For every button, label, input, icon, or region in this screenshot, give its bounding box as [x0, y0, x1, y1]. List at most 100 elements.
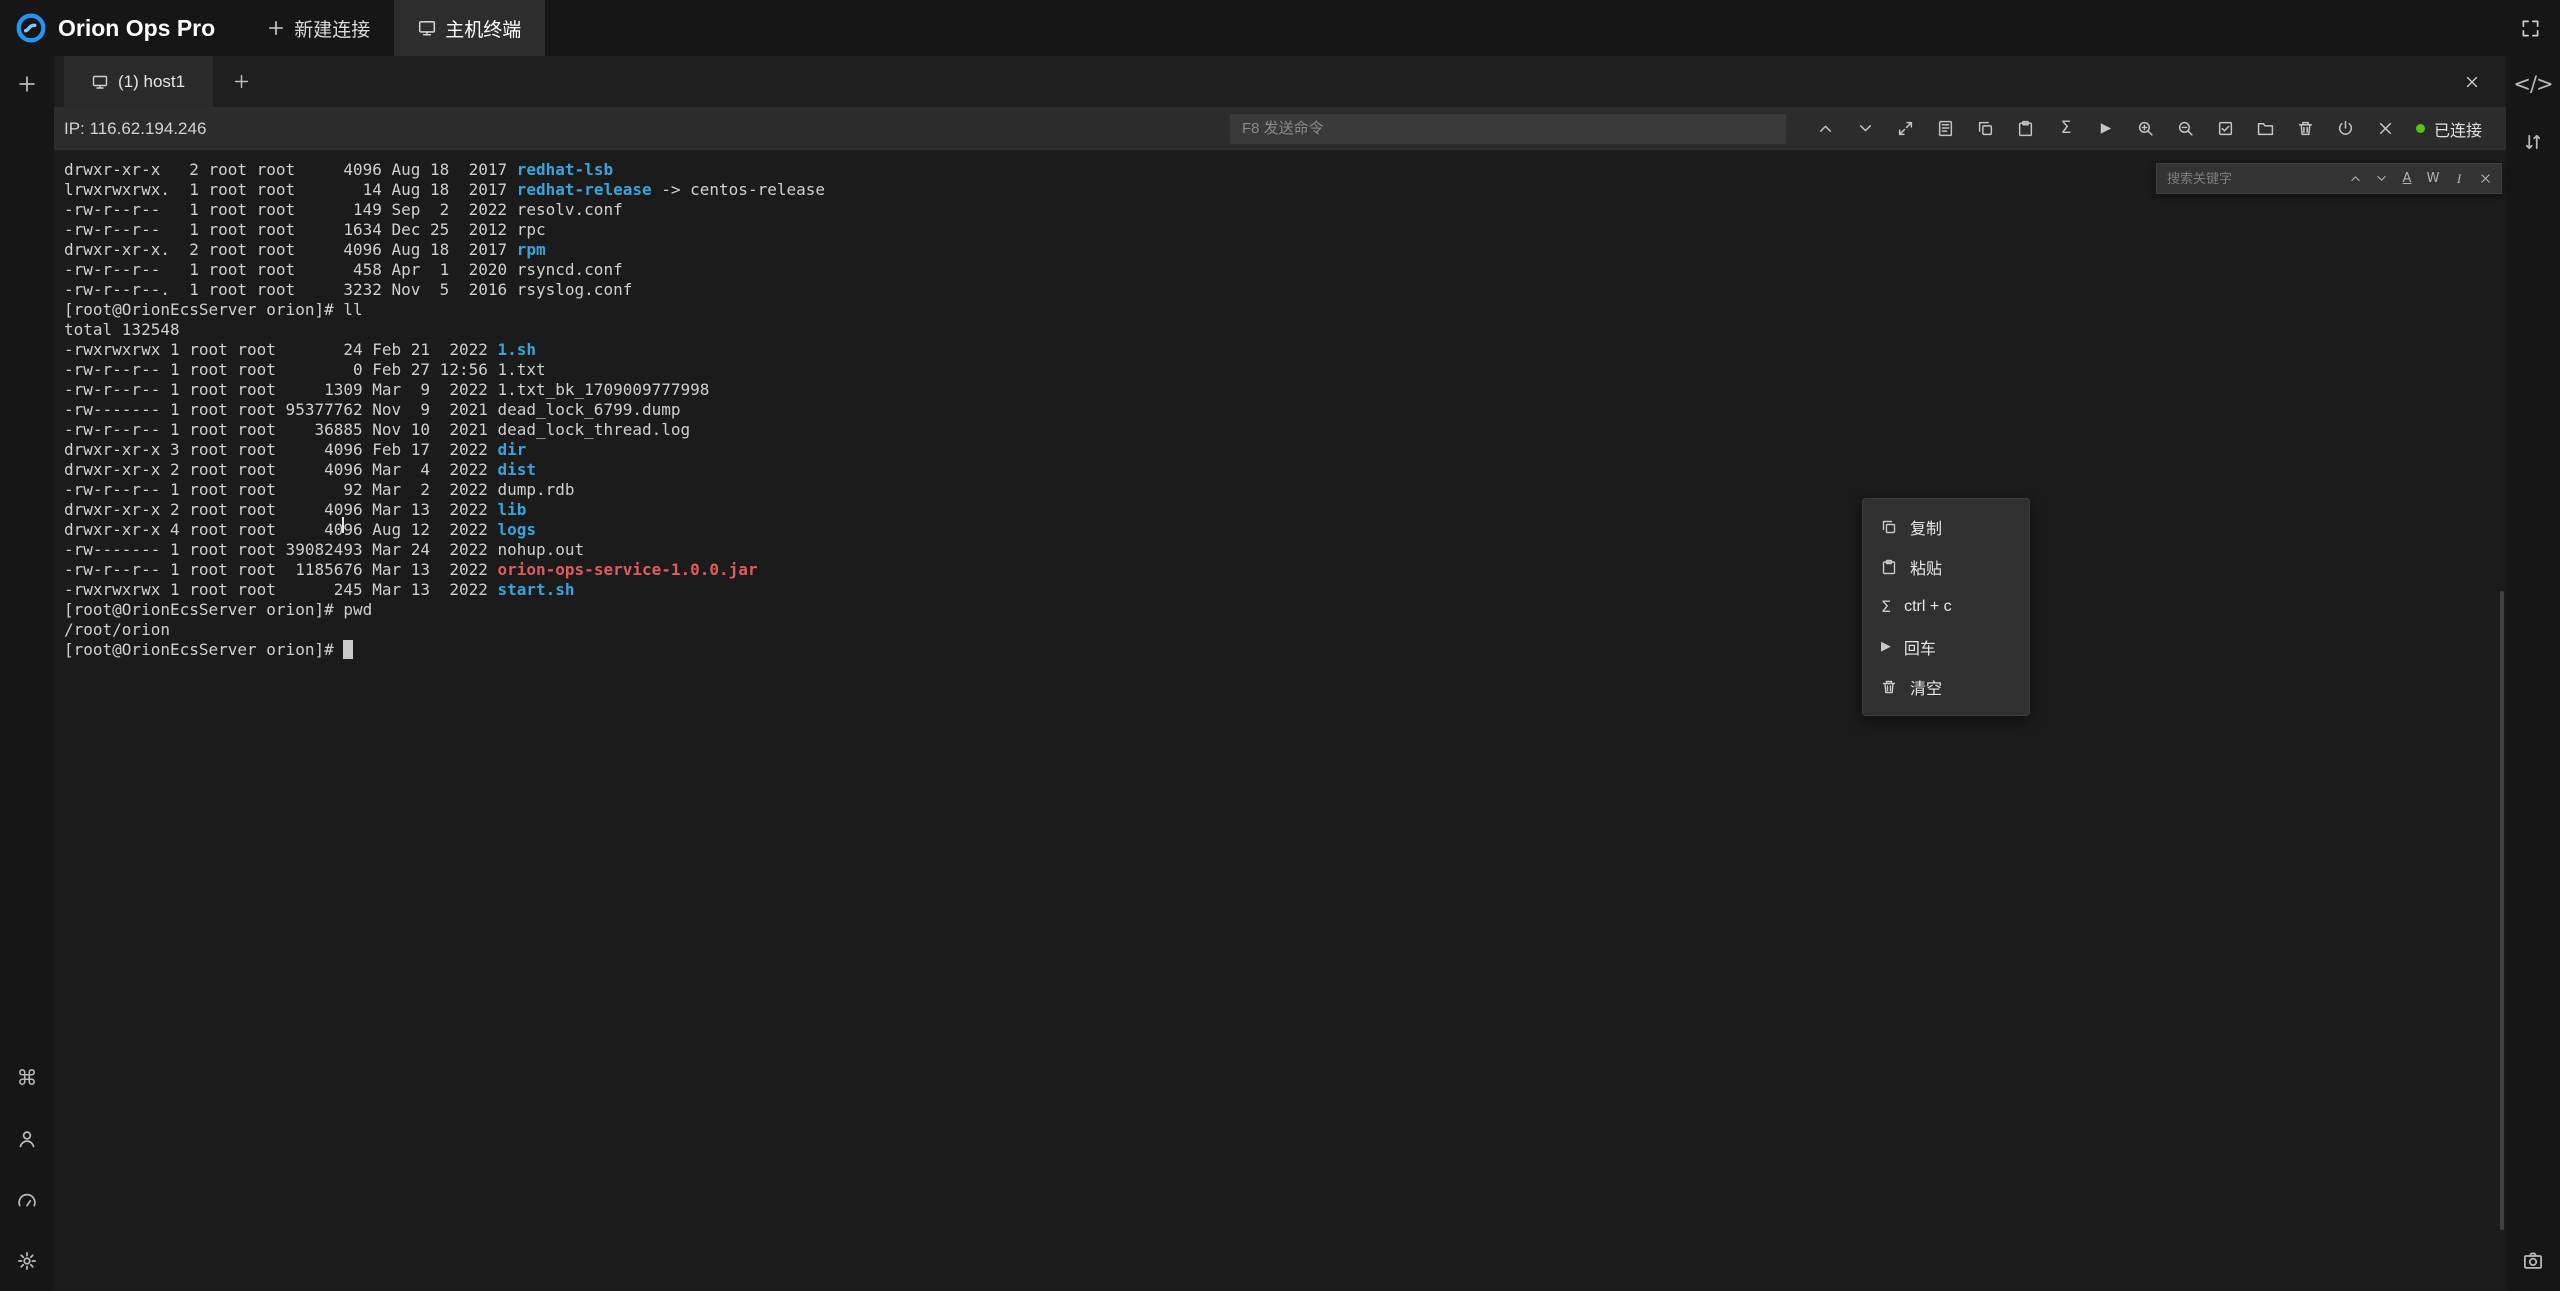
font-zoom-in-button[interactable]	[2132, 115, 2160, 143]
terminal-line: -rw-r--r--. 1 root root 3232 Nov 5 2016 …	[64, 280, 2506, 300]
terminal-line: -rwxrwxrwx 1 root root 245 Mar 13 2022 s…	[64, 580, 2506, 600]
paste-menu-item[interactable]: 粘贴	[1863, 547, 2029, 587]
trash-icon	[2297, 120, 2314, 137]
terminal-toolbar: IP: 116.62.194.246 Σ▶ 已连接	[54, 107, 2506, 150]
terminal-line: [root@OrionEcsServer orion]#	[64, 640, 2506, 660]
search-button[interactable]	[1932, 115, 1960, 143]
clear-screen-button[interactable]	[2292, 115, 2320, 143]
connection-status: 已连接	[2416, 117, 2482, 141]
sigma-icon: Σ	[1881, 599, 1891, 615]
terminal-line: drwxr-xr-x. 2 root root 4096 Aug 18 2017…	[64, 240, 2506, 260]
nav-new-connection[interactable]: 新建连接	[243, 0, 394, 56]
ctrl-c-menu-item[interactable]: Σctrl + c	[1863, 587, 2029, 627]
status-dot-icon	[2416, 124, 2425, 133]
power-icon	[2337, 120, 2354, 137]
scroll-to-bottom-button[interactable]	[1852, 115, 1880, 143]
trash-icon	[1881, 679, 1897, 695]
close-search-button[interactable]	[2475, 169, 2495, 189]
terminal-line: -rwxrwxrwx 1 root root 24 Feb 21 2022 1.…	[64, 340, 2506, 360]
right-sidebar: </>	[2506, 56, 2560, 1291]
terminal-line: drwxr-xr-x 2 root root 4096 Aug 18 2017 …	[64, 160, 2506, 180]
find-next-button[interactable]	[2371, 169, 2391, 189]
regex-button[interactable]: I	[2449, 169, 2469, 189]
terminal-line: drwxr-xr-x 2 root root 4096 Mar 4 2022 d…	[64, 460, 2506, 480]
terminal-line: /root/orion	[64, 620, 2506, 640]
tabstrip: (1) host1	[54, 56, 2506, 107]
paste-button[interactable]	[2012, 115, 2040, 143]
font-zoom-out-button[interactable]	[2172, 115, 2200, 143]
new-connection-button[interactable]	[13, 70, 41, 98]
gear-icon	[17, 1251, 37, 1271]
terminal-panel[interactable]: drwxr-xr-x 2 root root 4096 Aug 18 2017 …	[54, 150, 2506, 1291]
doc-search-icon	[1937, 120, 1954, 137]
terminal-line: -rw------- 1 root root 39082493 Mar 24 2…	[64, 540, 2506, 560]
sftp-folder-button[interactable]	[2252, 115, 2280, 143]
terminal-search-widget: AWI	[2156, 163, 2502, 194]
terminal-line: -rw-r--r-- 1 root root 458 Apr 1 2020 rs…	[64, 260, 2506, 280]
zoom-in-icon	[2137, 120, 2154, 137]
whole-word-button[interactable]: W	[2423, 169, 2443, 189]
gauge-icon	[17, 1190, 37, 1210]
play-icon: ▶	[1881, 641, 1891, 654]
close-icon	[2479, 172, 2492, 185]
shortcut-keys-button[interactable]: ⌘	[13, 1064, 41, 1092]
toolbar-buttons: Σ▶	[1812, 115, 2400, 143]
close-session-button[interactable]	[2372, 115, 2400, 143]
host-ip-label: IP: 116.62.194.246	[64, 119, 206, 139]
terminal-line: drwxr-xr-x 3 root root 4096 Feb 17 2022 …	[64, 440, 2506, 460]
search-buttons: AWI	[2345, 169, 2495, 189]
fullscreen-icon[interactable]	[2521, 19, 2540, 38]
chevron-down-icon	[1857, 120, 1874, 137]
screenshot-button[interactable]	[2519, 1247, 2547, 1275]
terminal-tab-host1[interactable]: (1) host1	[64, 56, 213, 107]
clear-menu-item[interactable]: 清空	[1863, 667, 2029, 707]
paste-icon	[2017, 120, 2034, 137]
topbar: Orion Ops Pro 新建连接主机终端	[0, 0, 2560, 56]
user-icon	[17, 1129, 37, 1149]
main-area: ⌘ (1) host1 IP: 116.62.194.246 Σ▶ 已连接 dr…	[0, 56, 2560, 1291]
dashboard-button[interactable]	[13, 1186, 41, 1214]
settings-button[interactable]	[13, 1247, 41, 1275]
close-terminal-button[interactable]	[2464, 74, 2480, 90]
new-tab-button[interactable]	[233, 73, 250, 90]
terminal-line: -rw-r--r-- 1 root root 1185676 Mar 13 20…	[64, 560, 2506, 580]
send-command-input[interactable]	[1230, 114, 1786, 144]
terminal-line: drwxr-xr-x 2 root root 4096 Mar 13 2022 …	[64, 500, 2506, 520]
terminal-line: total 132548	[64, 320, 2506, 340]
enter-menu-item[interactable]: ▶回车	[1863, 627, 2029, 667]
open-in-window-button[interactable]	[1892, 115, 1920, 143]
match-case-button[interactable]: A	[2397, 169, 2417, 189]
terminal-line: -rw------- 1 root root 95377762 Nov 9 20…	[64, 400, 2506, 420]
tabs: (1) host1	[54, 56, 213, 107]
terminal-workspace: (1) host1 IP: 116.62.194.246 Σ▶ 已连接 drwx…	[54, 56, 2506, 1291]
command-confirm-button[interactable]	[2212, 115, 2240, 143]
left-sidebar-bottom: ⌘	[13, 1064, 41, 1275]
command-icon: ⌘	[17, 1068, 38, 1089]
terminal-line: -rw-r--r-- 1 root root 1309 Mar 9 2022 1…	[64, 380, 2506, 400]
send-enter-button[interactable]: ▶	[2092, 115, 2120, 143]
find-previous-button[interactable]	[2345, 169, 2365, 189]
sort-lines-button[interactable]	[2519, 128, 2547, 156]
code-snippets-button[interactable]: </>	[2519, 70, 2547, 98]
terminal-search-input[interactable]	[2167, 171, 2345, 186]
terminal-line: -rw-r--r-- 1 root root 92 Mar 2 2022 dum…	[64, 480, 2506, 500]
terminal-line: -rw-r--r-- 1 root root 149 Sep 2 2022 re…	[64, 200, 2506, 220]
status-label: 已连接	[2434, 117, 2482, 141]
topbar-right	[2521, 0, 2560, 56]
copy-icon	[1881, 519, 1897, 535]
copy-menu-item[interactable]: 复制	[1863, 507, 2029, 547]
sigma-icon: Σ	[2061, 120, 2072, 137]
copy-button[interactable]	[1972, 115, 2000, 143]
terminal-line: -rw-r--r-- 1 root root 36885 Nov 10 2021…	[64, 420, 2506, 440]
disconnect-button[interactable]	[2332, 115, 2360, 143]
nav-host-terminal[interactable]: 主机终端	[394, 0, 545, 56]
terminal-line: [root@OrionEcsServer orion]# pwd	[64, 600, 2506, 620]
user-button[interactable]	[13, 1125, 41, 1153]
terminal-line: -rw-r--r-- 1 root root 0 Feb 27 12:56 1.…	[64, 360, 2506, 380]
terminal-line: lrwxrwxrwx. 1 root root 14 Aug 18 2017 r…	[64, 180, 2506, 200]
terminal-scrollbar[interactable]	[2500, 591, 2504, 1230]
ctrl-c-button[interactable]: Σ	[2052, 115, 2080, 143]
paste-icon	[1881, 559, 1897, 575]
scroll-to-top-button[interactable]	[1812, 115, 1840, 143]
left-sidebar: ⌘	[0, 56, 54, 1291]
